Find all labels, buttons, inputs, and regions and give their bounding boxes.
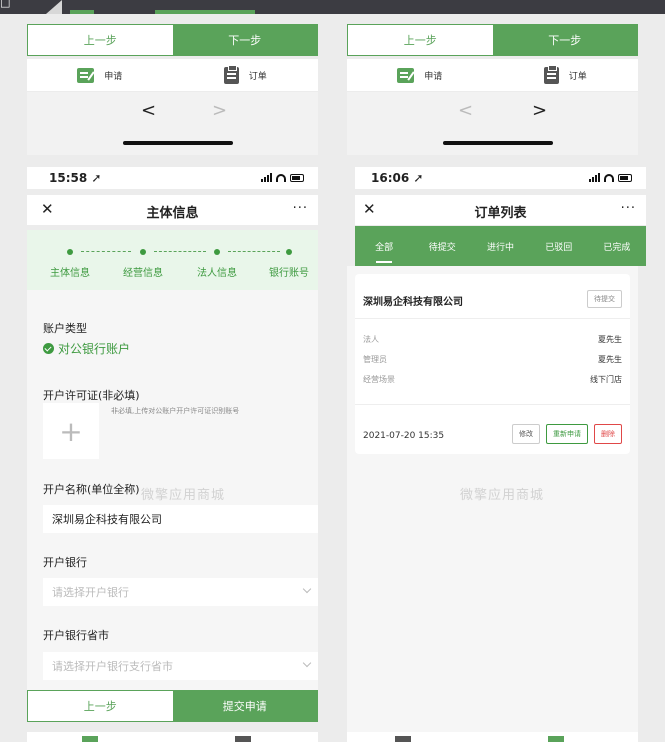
signal-icon: [589, 173, 600, 182]
license-hint: 非必填,上传对公账户开户许可证识别账号: [111, 407, 240, 415]
step-label: 银行账号: [269, 268, 309, 279]
tab-apply[interactable]: 申请: [27, 59, 173, 91]
apply-icon: [395, 736, 411, 742]
order-icon: [543, 64, 559, 84]
prev-step-button[interactable]: 上一步: [28, 25, 173, 55]
right-tabbar-peek: [347, 732, 638, 742]
wifi-icon: [276, 174, 286, 182]
right-top-button-bar: 上一步 下一步: [347, 24, 638, 56]
right-bottom-tabbar: 申请 订单: [347, 59, 638, 91]
account-name-label: 开户名称(单位全称): [43, 483, 140, 496]
order-icon: [223, 64, 239, 84]
prev-step-button[interactable]: 上一步: [28, 691, 173, 721]
step-dot: [67, 249, 73, 255]
more-icon[interactable]: ···: [293, 201, 308, 216]
left-browser-nav: < >: [27, 92, 318, 155]
top-window-bar: □: [0, 0, 665, 14]
order-status-tabs: 全部 待提交 进行中 已驳回 已完成: [355, 226, 646, 266]
submit-application-button[interactable]: 提交申请: [172, 691, 317, 721]
chevron-down-icon: [302, 584, 312, 594]
left-status-bar: 15:58 ➚: [27, 167, 318, 189]
tab-apply[interactable]: 申请: [347, 59, 493, 91]
next-step-button[interactable]: 下一步: [492, 25, 637, 55]
company-name: 深圳易企科技有限公司: [363, 297, 463, 308]
step-label: 法人信息: [197, 268, 237, 279]
step-dot: [140, 249, 146, 255]
check-circle-icon: [43, 343, 54, 354]
left-top-button-bar: 上一步 下一步: [27, 24, 318, 56]
account-name-input[interactable]: 深圳易企科技有限公司: [43, 505, 318, 533]
home-indicator: [123, 141, 233, 145]
back-arrow-icon[interactable]: <: [458, 100, 473, 121]
license-upload-button[interactable]: +: [43, 403, 99, 459]
watermark: 微擎应用商城: [141, 488, 226, 503]
apply-icon: [82, 736, 98, 742]
page-title: 订单列表: [474, 206, 527, 221]
tab-in-progress[interactable]: 进行中: [471, 226, 529, 266]
order-icon: [548, 736, 564, 742]
plus-icon: +: [59, 414, 83, 448]
right-browser-nav: < >: [347, 92, 638, 155]
tab-pending-submit[interactable]: 待提交: [413, 226, 471, 266]
list-item: 法人 夏先生: [363, 335, 622, 344]
tab-rejected[interactable]: 已驳回: [530, 226, 588, 266]
more-icon[interactable]: ···: [621, 201, 636, 216]
tab-order[interactable]: 订单: [493, 59, 639, 91]
step-indicator: 主体信息 经营信息 法人信息 银行账号: [27, 230, 318, 290]
chevron-down-icon: [302, 658, 312, 668]
battery-icon: [290, 174, 304, 182]
account-type-label: 账户类型: [43, 322, 87, 335]
tab-completed[interactable]: 已完成: [588, 226, 646, 266]
tab-order[interactable]: 订单: [173, 59, 319, 91]
location-icon: ➚: [91, 171, 102, 185]
left-tabbar-peek: [27, 732, 318, 742]
left-bottom-tabbar: 申请 订单: [27, 59, 318, 91]
delete-button[interactable]: 删除: [594, 424, 622, 444]
apply-icon: [77, 67, 95, 83]
watermark: 微擎应用商城: [460, 488, 545, 503]
page-title: 主体信息: [146, 206, 199, 221]
bank-select[interactable]: 请选择开户银行: [43, 578, 318, 606]
step-dot: [214, 249, 220, 255]
tab-all[interactable]: 全部: [355, 226, 413, 266]
left-bottom-button-bar: 上一步 提交申请: [27, 690, 318, 722]
list-item: 管理员 夏先生: [363, 355, 622, 364]
forward-arrow-icon[interactable]: >: [212, 100, 227, 121]
forward-arrow-icon[interactable]: >: [532, 100, 547, 121]
license-label: 开户许可证(非必填): [43, 389, 140, 402]
order-icon: [235, 736, 251, 742]
home-indicator: [443, 141, 553, 145]
reapply-button[interactable]: 重新申请: [546, 424, 588, 444]
bank-account-form: 账户类型 对公银行账户 开户许可证(非必填) 非必填,上传对公账户开户许可证识别…: [27, 290, 318, 690]
order-card[interactable]: 深圳易企科技有限公司 待提交 法人 夏先生 管理员 夏先生 经营场景 线下门店 …: [355, 274, 630, 454]
account-type-value[interactable]: 对公银行账户: [43, 340, 130, 357]
right-header: ✕ 订单列表 ···: [355, 195, 646, 225]
order-date: 2021-07-20 15:35: [363, 431, 445, 441]
bank-city-select[interactable]: 请选择开户银行支行省市: [43, 652, 318, 680]
left-header: ✕ 主体信息 ···: [27, 195, 318, 225]
prev-step-button[interactable]: 上一步: [348, 25, 493, 55]
bank-city-label: 开户银行省市: [43, 629, 109, 642]
next-step-button[interactable]: 下一步: [172, 25, 317, 55]
bank-label: 开户银行: [43, 556, 87, 569]
location-icon: ➚: [413, 171, 424, 185]
step-label: 主体信息: [50, 268, 90, 279]
edit-button[interactable]: 修改: [512, 424, 540, 444]
list-item: 经营场景 线下门店: [363, 375, 622, 384]
signal-icon: [261, 173, 272, 182]
order-list: 深圳易企科技有限公司 待提交 法人 夏先生 管理员 夏先生 经营场景 线下门店 …: [347, 266, 638, 732]
step-dot: [286, 249, 292, 255]
back-arrow-icon[interactable]: <: [141, 100, 156, 121]
battery-icon: [618, 174, 632, 182]
step-label: 经营信息: [123, 268, 163, 279]
right-status-bar: 16:06 ➚: [355, 167, 646, 189]
wifi-icon: [604, 174, 614, 182]
apply-icon: [397, 67, 415, 83]
status-badge: 待提交: [587, 290, 622, 308]
